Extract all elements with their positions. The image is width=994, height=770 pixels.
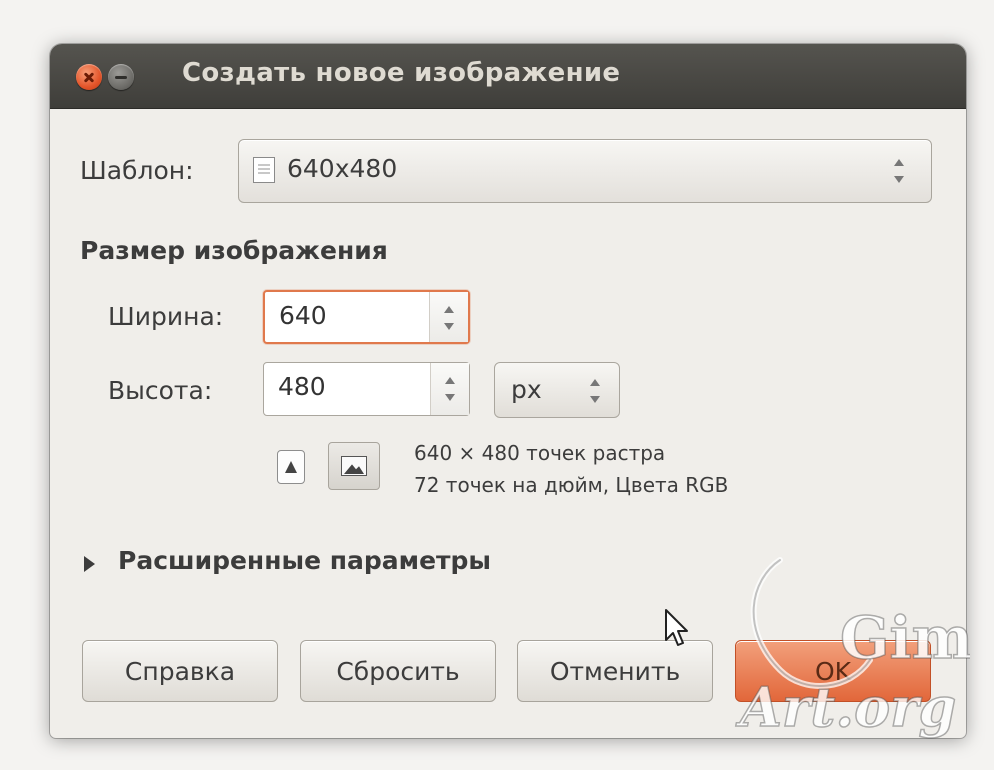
width-spinbutton[interactable] <box>263 290 470 344</box>
advanced-options-expander[interactable]: Расширенные параметры <box>118 546 491 575</box>
unit-updown-icon <box>589 379 601 403</box>
window-title: Создать новое изображение <box>182 58 621 88</box>
expander-arrow-icon[interactable] <box>84 556 95 572</box>
combo-updown-icon <box>893 159 905 183</box>
reset-button[interactable]: Сбросить <box>300 640 496 702</box>
width-spin-buttons[interactable] <box>429 292 468 342</box>
mouse-pointer-icon <box>665 609 688 646</box>
info-dimensions: 640 × 480 точек растра <box>414 441 666 465</box>
height-input[interactable] <box>278 372 418 401</box>
spin-updown-icon <box>444 377 456 401</box>
height-label: Высота: <box>108 376 213 405</box>
cancel-button[interactable]: Отменить <box>517 640 713 702</box>
ok-button[interactable]: OK <box>735 640 931 702</box>
template-value: 640x480 <box>287 154 398 183</box>
document-icon <box>253 157 275 183</box>
height-spin-buttons[interactable] <box>430 363 469 415</box>
help-button[interactable]: Справка <box>82 640 278 702</box>
height-spinbutton[interactable] <box>263 362 470 416</box>
image-size-heading: Размер изображения <box>80 236 388 265</box>
template-label: Шаблон: <box>80 156 194 185</box>
close-window-button[interactable] <box>76 64 102 90</box>
width-input[interactable] <box>279 301 419 330</box>
title-bar[interactable]: Создать новое изображение <box>50 44 966 109</box>
unit-combo[interactable]: px <box>494 362 620 418</box>
spin-updown-icon <box>443 306 455 330</box>
portrait-orientation-icon[interactable] <box>277 450 305 484</box>
landscape-orientation-icon[interactable] <box>328 442 380 490</box>
unit-value: px <box>511 375 542 404</box>
info-resolution: 72 точек на дюйм, Цвета RGB <box>414 473 729 497</box>
minimize-window-button[interactable] <box>108 64 134 90</box>
width-label: Ширина: <box>108 302 224 331</box>
template-combo[interactable]: 640x480 <box>238 139 932 203</box>
